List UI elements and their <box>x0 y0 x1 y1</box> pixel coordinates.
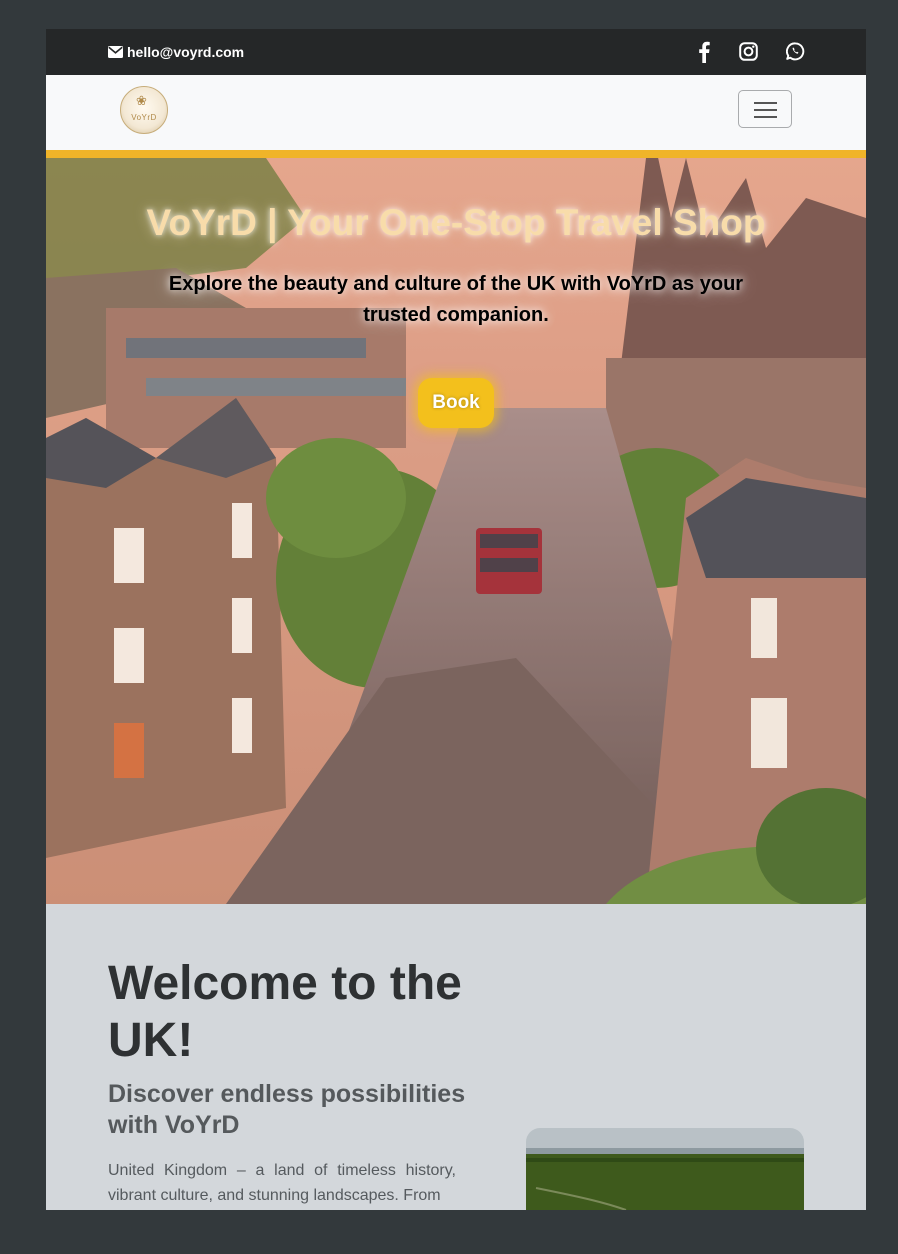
hamburger-line <box>754 109 777 111</box>
logo-text: VoYrD <box>131 113 157 122</box>
facebook-icon <box>699 41 710 63</box>
hero-section: VoYrD | Your One-Stop Travel Shop Explor… <box>46 158 866 904</box>
hero-title: VoYrD | Your One-Stop Travel Shop <box>146 202 766 243</box>
landscape-image <box>526 1128 804 1210</box>
page-frame: hello@voyrd.com ❀ VoYrD VoYrD | Your One… <box>46 29 866 1210</box>
landscape-photo <box>526 1128 804 1210</box>
facebook-link[interactable] <box>698 41 710 68</box>
book-button[interactable]: Book <box>418 378 494 428</box>
email-link[interactable]: hello@voyrd.com <box>108 44 244 60</box>
welcome-title: Welcome to the UK! <box>108 957 462 1067</box>
brand-logo[interactable]: ❀ VoYrD <box>120 86 168 134</box>
logo-emblem-icon: ❀ <box>136 93 147 108</box>
welcome-subtitle: Discover endless possibilities with VoYr… <box>108 1080 466 1139</box>
navbar: ❀ VoYrD <box>46 75 866 158</box>
email-text: hello@voyrd.com <box>127 44 245 60</box>
hero-subtitle: Explore the beauty and culture of the UK… <box>168 273 744 326</box>
welcome-body-text: United Kingdom – a land of timeless hist… <box>108 1162 456 1204</box>
menu-toggle-button[interactable] <box>738 90 792 128</box>
instagram-link[interactable] <box>739 42 758 66</box>
whatsapp-icon <box>786 42 805 61</box>
contact-bar: hello@voyrd.com <box>46 29 866 75</box>
instagram-icon <box>739 42 758 61</box>
envelope-icon <box>108 46 123 58</box>
whatsapp-link[interactable] <box>786 42 805 66</box>
hamburger-line <box>754 116 777 118</box>
hamburger-icon <box>754 102 777 104</box>
